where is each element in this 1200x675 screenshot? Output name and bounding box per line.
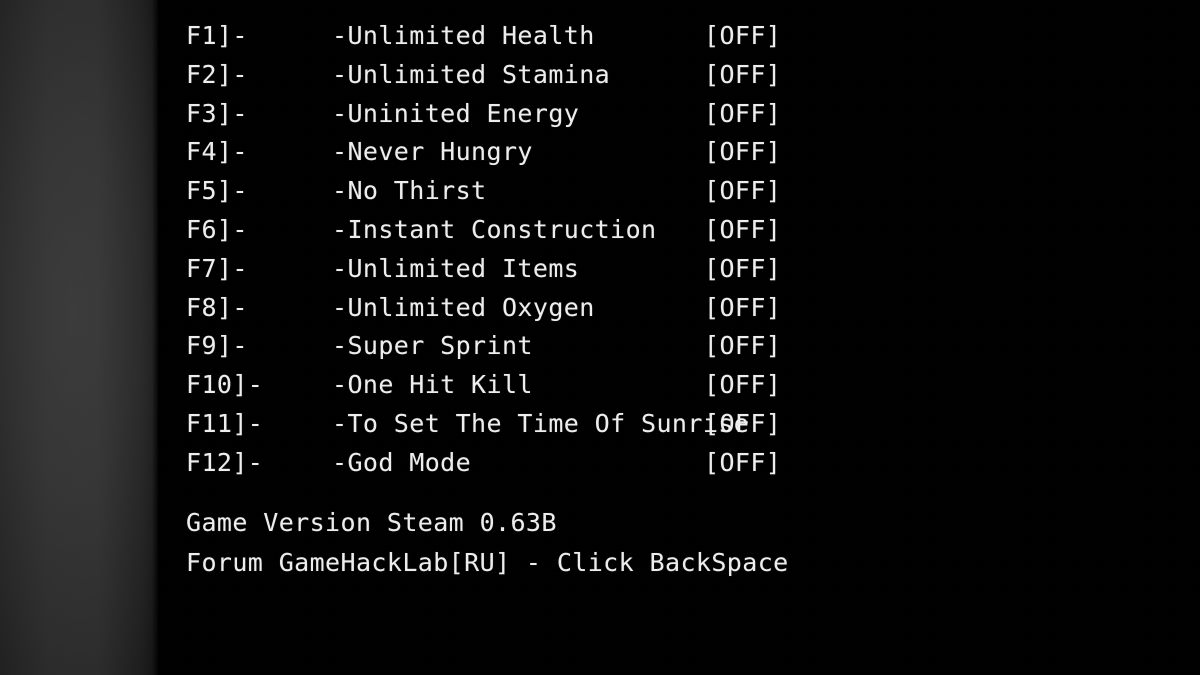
cheat-status-badge: [OFF]: [704, 214, 782, 244]
forum-line: Forum GameHackLab[RU] - Click BackSpace: [186, 548, 789, 577]
cheat-label: -Unlimited Stamina: [332, 59, 611, 89]
cheat-hotkey: F11]-: [186, 408, 264, 438]
footer-info: Game Version Steam 0.63B Forum GameHackL…: [186, 503, 946, 583]
cheat-row[interactable]: F2]- -Unlimited Stamina [OFF]: [186, 56, 806, 95]
cheat-row[interactable]: F3]- -Uninited Energy [OFF]: [186, 95, 806, 134]
cheat-row[interactable]: F9]- -Super Sprint [OFF]: [186, 327, 806, 366]
cheat-hotkey: F4]-: [186, 137, 248, 167]
trainer-content: F1]- -Unlimited Health [OFF] F2]- -Unlimited…: [0, 0, 1200, 675]
cheat-row[interactable]: F1]- -Unlimited Health [OFF]: [186, 17, 806, 56]
cheat-row[interactable]: F4]- -Never Hungry [OFF]: [186, 133, 806, 172]
cheat-status-badge: [OFF]: [704, 59, 782, 89]
cheat-status-badge: [OFF]: [704, 370, 782, 400]
cheat-hotkey: F5]-: [186, 176, 248, 206]
cheat-status-badge: [OFF]: [704, 447, 782, 477]
cheat-label: -Unlimited Health: [332, 21, 595, 50]
cheat-row[interactable]: F8]- -Unlimited Oxygen [OFF]: [186, 289, 806, 328]
cheat-label: -God Mode: [332, 447, 472, 477]
cheat-status-badge: [OFF]: [704, 331, 782, 361]
cheat-status-badge: [OFF]: [704, 21, 782, 50]
cheat-label: -Instant Construction: [332, 214, 657, 244]
cheat-label: -No Thirst: [332, 176, 487, 206]
cheat-label: -Never Hungry: [332, 137, 533, 167]
cheat-row[interactable]: F11]- -To Set The Time Of Sunrise [OFF]: [186, 405, 806, 444]
cheat-status-badge: [OFF]: [704, 292, 782, 322]
cheat-hotkey: F12]-: [186, 447, 264, 477]
cheat-row[interactable]: F10]- -One Hit Kill [OFF]: [186, 366, 806, 405]
cheat-status-badge: [OFF]: [704, 408, 782, 438]
cheat-hotkey: F6]-: [186, 214, 248, 244]
cheat-status-badge: [OFF]: [704, 137, 782, 167]
cheat-status-badge: [OFF]: [704, 253, 782, 283]
cheat-hotkey: F10]-: [186, 370, 264, 400]
cheat-label: -Unlimited Oxygen: [332, 292, 595, 322]
cheat-hotkey: F3]-: [186, 98, 248, 128]
cheat-label: -One Hit Kill: [332, 370, 533, 400]
cheat-label: -Unlimited Items: [332, 253, 580, 283]
cheat-hotkey: F1]-: [186, 21, 248, 50]
cheat-option-list: F1]- -Unlimited Health [OFF] F2]- -Unlimited…: [186, 17, 806, 483]
cheat-hotkey: F9]-: [186, 331, 248, 361]
cheat-label: -To Set The Time Of Sunrise: [332, 408, 750, 438]
cheat-row[interactable]: F12]- -God Mode [OFF]: [186, 444, 806, 483]
cheat-label: -Super Sprint: [332, 331, 533, 361]
cheat-row[interactable]: F6]- -Instant Construction [OFF]: [186, 211, 806, 250]
cheat-hotkey: F2]-: [186, 59, 248, 89]
trainer-overlay-screen: F1]- -Unlimited Health [OFF] F2]- -Unlimited…: [0, 0, 1200, 675]
cheat-status-badge: [OFF]: [704, 176, 782, 206]
cheat-hotkey: F8]-: [186, 292, 248, 322]
game-version-line: Game Version Steam 0.63B: [186, 508, 557, 537]
cheat-hotkey: F7]-: [186, 253, 248, 283]
cheat-label: -Uninited Energy: [332, 98, 580, 128]
cheat-status-badge: [OFF]: [704, 98, 782, 128]
cheat-row[interactable]: F7]- -Unlimited Items [OFF]: [186, 250, 806, 289]
cheat-row[interactable]: F5]- -No Thirst [OFF]: [186, 172, 806, 211]
